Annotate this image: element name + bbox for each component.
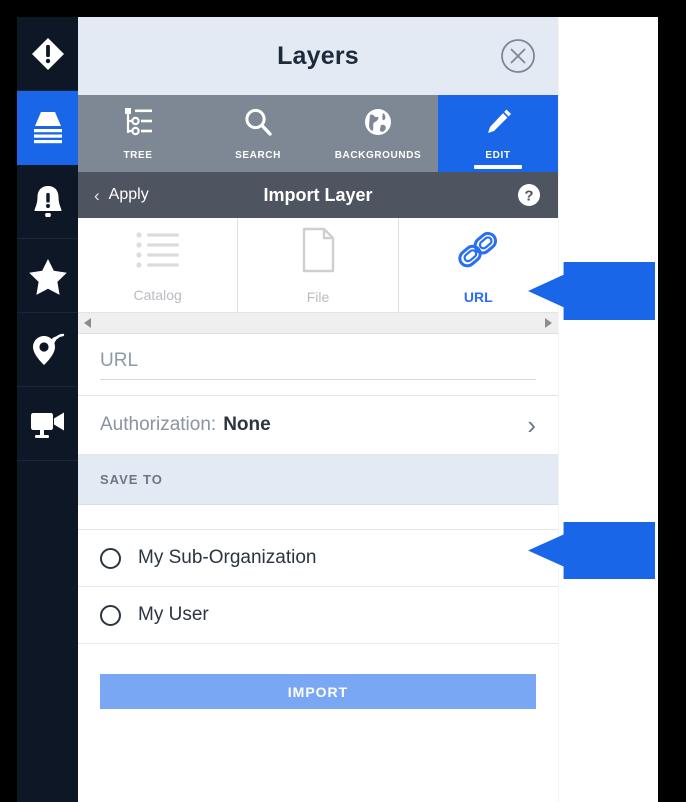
source-tab-label: URL — [463, 288, 493, 305]
apply-back-button[interactable]: ‹ Apply — [94, 186, 149, 204]
tab-label: BACKGROUNDS — [334, 150, 422, 161]
save-to-label: SAVE TO — [100, 472, 163, 487]
screenshot-root: Layers TREE SEARCH BACKGROUNDS EDIT ‹ Ap… — [0, 0, 686, 802]
save-to-section-header: SAVE TO — [78, 455, 558, 505]
video-camera-icon — [28, 407, 68, 441]
rail-item-tracking[interactable] — [17, 313, 78, 387]
panel-title-bar: Layers — [78, 17, 558, 95]
globe-icon — [361, 106, 395, 143]
tab-edit[interactable]: EDIT — [438, 95, 558, 172]
left-app-rail — [17, 17, 78, 802]
layers-icon — [28, 110, 68, 146]
chevron-right-icon[interactable]: › — [527, 412, 536, 438]
save-to-option-my-user[interactable]: My User — [78, 587, 558, 644]
tab-search[interactable]: SEARCH — [198, 95, 318, 172]
panel-tabstrip: TREE SEARCH BACKGROUNDS EDIT — [78, 95, 558, 172]
bullet-list-icon — [132, 228, 184, 277]
tab-tree[interactable]: TREE — [78, 95, 198, 172]
rail-item-video[interactable] — [17, 387, 78, 461]
source-tab-label: Catalog — [133, 286, 182, 303]
import-button-container: IMPORT — [78, 644, 558, 802]
page-title: Layers — [277, 41, 359, 70]
chevron-left-icon: ‹ — [94, 185, 100, 205]
source-tab-url[interactable]: URL — [399, 218, 558, 312]
subheader-title: Import Layer — [263, 184, 373, 205]
source-tab-label: File — [306, 288, 330, 305]
url-input[interactable] — [100, 349, 536, 380]
authorization-value: None — [223, 414, 271, 435]
scroll-left-arrow-icon[interactable] — [84, 318, 91, 328]
rail-item-favorites[interactable] — [17, 239, 78, 313]
form-spacer-row — [78, 505, 558, 530]
pencil-icon — [481, 106, 515, 143]
rail-item-layers[interactable] — [17, 91, 78, 165]
import-source-tabs: Catalog File URL — [78, 218, 558, 313]
source-tab-catalog[interactable]: Catalog — [78, 218, 239, 312]
radio-label: My Sub-Organization — [138, 547, 317, 568]
tab-backgrounds[interactable]: BACKGROUNDS — [318, 95, 438, 172]
rail-item-alerts-diamond[interactable] — [17, 17, 78, 91]
tree-list-icon — [121, 106, 155, 143]
horizontal-scrollbar[interactable] — [78, 313, 558, 334]
tab-label: SEARCH — [235, 150, 281, 161]
help-circle-icon[interactable]: ? — [518, 184, 540, 206]
close-icon[interactable] — [499, 37, 537, 75]
authorization-row[interactable]: Authorization: None › — [78, 396, 558, 455]
import-button[interactable]: IMPORT — [100, 674, 536, 709]
authorization-label: Authorization: — [100, 414, 217, 435]
layers-panel: Layers TREE SEARCH BACKGROUNDS EDIT ‹ Ap… — [78, 17, 558, 802]
import-subheader: ‹ Apply Import Layer ? — [78, 172, 558, 218]
source-tab-file[interactable]: File — [238, 218, 399, 312]
bell-alert-icon — [31, 183, 65, 221]
rail-item-notifications[interactable] — [17, 165, 78, 239]
search-icon — [241, 106, 275, 143]
tab-label: EDIT — [485, 150, 511, 161]
apply-label: Apply — [108, 186, 149, 203]
scroll-right-arrow-icon[interactable] — [545, 318, 552, 328]
svg-text:?: ? — [524, 188, 533, 205]
star-icon — [28, 257, 68, 295]
url-field-row — [78, 334, 558, 396]
import-form: Authorization: None › SAVE TO My Sub-Org… — [78, 334, 558, 802]
radio-label: My User — [138, 604, 209, 625]
radio-button-icon[interactable] — [100, 604, 121, 626]
save-to-option-sub-organization[interactable]: My Sub-Organization — [78, 530, 558, 587]
document-icon — [296, 226, 340, 279]
radio-button-icon[interactable] — [100, 547, 121, 569]
alert-diamond-icon — [29, 35, 67, 73]
chain-link-icon — [453, 226, 503, 279]
location-signal-icon — [29, 331, 67, 369]
tab-label: TREE — [123, 150, 153, 161]
